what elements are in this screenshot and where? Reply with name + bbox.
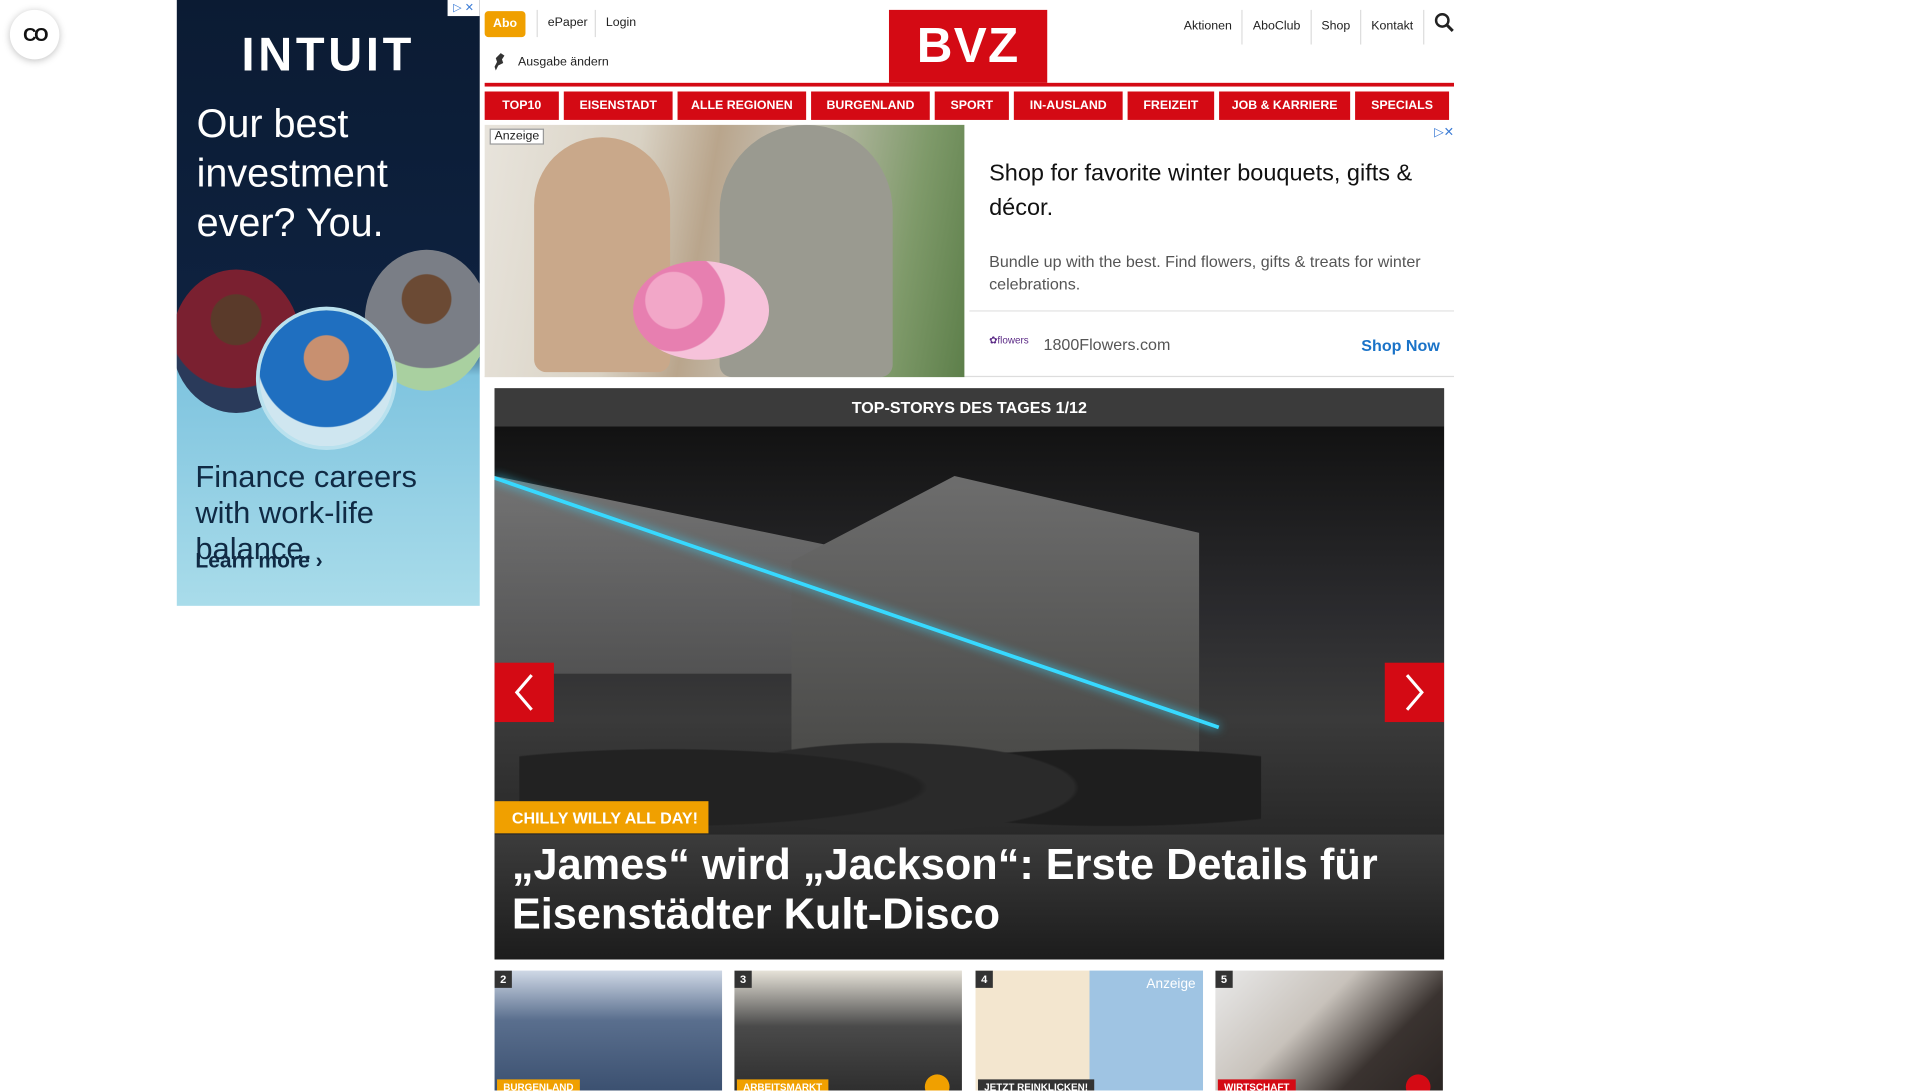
edition-switcher[interactable]: Ausgabe ändern — [492, 52, 609, 72]
audio-icon — [924, 1074, 950, 1091]
header-divider — [484, 82, 1455, 87]
story-headline[interactable]: „James“ wird „Jackson“: Erste Details fü… — [512, 841, 1427, 940]
ad-title[interactable]: Shop for favorite winter bouquets, gifts… — [989, 157, 1446, 226]
ad-people-image — [176, 247, 480, 451]
thumb-category: ARBEITSMARKT — [736, 1079, 829, 1091]
banner-advertisement[interactable]: Anzeige ▷✕ Shop for favorite winter bouq… — [484, 124, 1455, 378]
main-nav: TOP10 EISENSTADT ALLE REGIONEN BURGENLAN… — [484, 91, 1454, 120]
story-thumb-4[interactable]: 4 Anzeige JETZT REINKLICKEN! — [975, 970, 1204, 1091]
top-stories-slider: TOP-STORYS DES TAGES 1/12 CHILLY WILLY A… — [494, 388, 1445, 960]
abo-button[interactable]: Abo — [484, 11, 526, 38]
epaper-link[interactable]: ePaper — [548, 16, 588, 30]
thumb-ad-label: Anzeige — [1146, 976, 1196, 992]
privacy-settings-button[interactable]: CO — [9, 9, 60, 60]
story-thumb-3[interactable]: 3 ARBEITSMARKT — [734, 970, 962, 1091]
edition-map-icon — [494, 53, 505, 71]
thumb-category: JETZT REINKLICKEN! — [977, 1079, 1095, 1091]
nav-item-sport[interactable]: SPORT — [934, 91, 1009, 120]
thumb-category: BURGENLAND — [497, 1079, 580, 1091]
thumb-number: 3 — [734, 970, 752, 988]
slider-title: TOP-STORYS DES TAGES 1/12 — [494, 388, 1445, 427]
nav-item-in-ausland[interactable]: IN-AUSLAND — [1013, 91, 1123, 120]
ad-domain: 1800Flowers.com — [1043, 335, 1171, 354]
header-right-links: Aktionen AboClub Shop Kontakt — [1174, 9, 1454, 45]
story-thumb-5[interactable]: 5 WIRTSCHAFT — [1215, 970, 1443, 1091]
shop-link[interactable]: Shop — [1311, 9, 1362, 45]
story-thumbnails: 2 BURGENLAND 3 ARBEITSMARKT 4 Anzeige JE… — [494, 970, 1445, 1091]
ad-headline: Our best investment ever? You. — [196, 101, 388, 245]
nav-item-freizeit[interactable]: FREIZEIT — [1127, 91, 1215, 120]
slider-prev-button[interactable] — [494, 662, 554, 723]
thumb-number: 2 — [494, 970, 512, 988]
adchoices-icon[interactable]: ▷✕ — [1434, 126, 1454, 140]
privacy-icon: CO — [23, 24, 48, 46]
thumb-number: 5 — [1215, 970, 1233, 988]
nav-item-specials[interactable]: SPECIALS — [1355, 91, 1450, 120]
thumb-category: WIRTSCHAFT — [1217, 1079, 1296, 1091]
aktionen-link[interactable]: Aktionen — [1174, 9, 1244, 45]
aboclub-link[interactable]: AboClub — [1243, 9, 1312, 45]
advertiser-logo-icon: ✿flowers — [989, 335, 1029, 347]
site-logo[interactable]: BVZ — [888, 9, 1048, 83]
nav-item-job-karriere[interactable]: JOB & KARRIERE — [1219, 91, 1351, 120]
thumb-number: 4 — [975, 970, 993, 988]
login-link[interactable]: Login — [606, 16, 636, 30]
search-icon[interactable] — [1424, 10, 1454, 45]
ad-couple-image — [484, 124, 965, 378]
story-thumb-2[interactable]: 2 BURGENLAND — [494, 970, 723, 1091]
audio-icon — [1405, 1074, 1431, 1091]
ad-brand-logo: INTUIT — [241, 29, 416, 82]
slider-next-button[interactable] — [1384, 662, 1445, 723]
nav-item-burgenland[interactable]: BURGENLAND — [811, 91, 930, 120]
edition-label: Ausgabe ändern — [518, 55, 609, 69]
shop-now-button[interactable]: Shop Now — [1361, 336, 1440, 355]
chevron-left-icon — [514, 674, 533, 711]
chevron-right-icon — [1405, 674, 1424, 711]
side-advertisement[interactable]: ▷ ✕ INTUIT Our best investment ever? You… — [176, 0, 480, 606]
ad-description: Bundle up with the best. Find flowers, g… — [989, 252, 1421, 294]
nav-item-eisenstadt[interactable]: EISENSTADT — [563, 91, 673, 120]
nav-item-top10[interactable]: TOP10 — [484, 91, 559, 120]
ad-learn-more-link[interactable]: Learn more › — [195, 549, 322, 574]
ad-label: Anzeige — [489, 128, 545, 145]
adchoices-icon[interactable]: ▷ ✕ — [447, 0, 480, 17]
nav-item-alle-regionen[interactable]: ALLE REGIONEN — [677, 91, 807, 120]
site-header: Abo ePaper Login Ausgabe ändern BVZ Akti… — [484, 0, 1454, 87]
kontakt-link[interactable]: Kontakt — [1361, 9, 1425, 45]
story-kicker: CHILLY WILLY ALL DAY! — [494, 801, 708, 834]
